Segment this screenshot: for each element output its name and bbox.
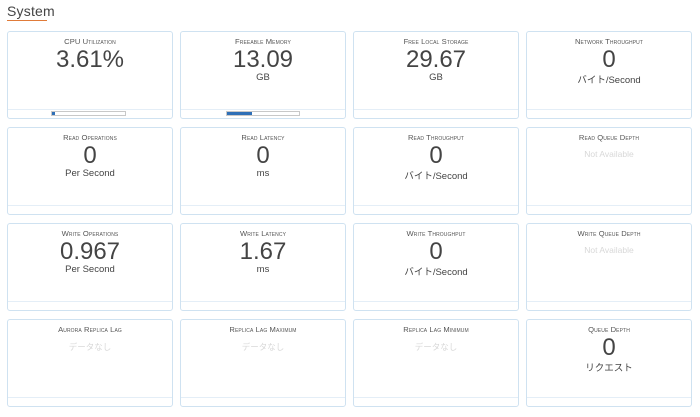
metric-unit: ms [256, 168, 270, 179]
metric-card-write-latency[interactable]: Write Latency 1.67 ms [180, 223, 346, 311]
card-divider [181, 301, 345, 302]
usage-progress-bar [51, 111, 126, 116]
metrics-grid: CPU Utilization 3.61% Freeable Memory 13… [7, 31, 692, 407]
metric-label: Write Operations [61, 229, 119, 238]
metric-card-read-queue-depth[interactable]: Read Queue Depth Not Available [526, 127, 692, 215]
metric-value: 0 [602, 46, 616, 73]
metric-unit: バイト/Second [404, 267, 468, 278]
card-divider [8, 109, 172, 110]
metric-label: Queue Depth [588, 325, 630, 334]
metric-unit: バイト/Second [404, 171, 468, 182]
metric-card-network-throughput[interactable]: Network Throughput 0 バイト/Second [526, 31, 692, 119]
metric-status: データなし [241, 342, 285, 352]
metric-card-cpu-utilization[interactable]: CPU Utilization 3.61% [7, 31, 173, 119]
metric-label: Read Operations [63, 133, 117, 142]
card-divider [8, 301, 172, 302]
metric-card-replica-lag-minimum[interactable]: Replica Lag Minimum データなし [353, 319, 519, 407]
metric-label: Write Latency [239, 229, 287, 238]
metric-value: 0 [429, 142, 443, 169]
metric-label: Read Latency [241, 133, 285, 142]
metric-label: Freeable Memory [235, 37, 291, 46]
metric-card-aurora-replica-lag[interactable]: Aurora Replica Lag データなし [7, 319, 173, 407]
metric-unit: Per Second [65, 168, 115, 179]
metric-label: Read Throughput [407, 133, 465, 142]
metric-unit: Per Second [65, 264, 115, 275]
card-divider [181, 109, 345, 110]
metric-card-write-operations[interactable]: Write Operations 0.967 Per Second [7, 223, 173, 311]
metric-value: 29.67 [405, 46, 467, 73]
metric-label: Write Throughput [406, 229, 466, 238]
metric-label: Network Throughput [574, 37, 644, 46]
metric-value: 13.09 [232, 46, 294, 73]
card-divider [527, 301, 691, 302]
metric-card-read-latency[interactable]: Read Latency 0 ms [180, 127, 346, 215]
metric-label: Read Queue Depth [578, 133, 640, 142]
metric-label: CPU Utilization [64, 37, 116, 46]
card-divider [8, 397, 172, 398]
card-divider [8, 205, 172, 206]
metric-card-write-queue-depth[interactable]: Write Queue Depth Not Available [526, 223, 692, 311]
metric-status: Not Available [584, 149, 634, 159]
metric-unit: GB [429, 72, 443, 83]
metric-label: Replica Lag Minimum [403, 325, 469, 334]
metric-label: Replica Lag Maximum [229, 325, 297, 334]
metric-card-freeable-memory[interactable]: Freeable Memory 13.09 GB [180, 31, 346, 119]
card-divider [354, 397, 518, 398]
metric-status: Not Available [584, 245, 634, 255]
metric-card-queue-depth[interactable]: Queue Depth 0 リクエスト [526, 319, 692, 407]
metric-card-read-throughput[interactable]: Read Throughput 0 バイト/Second [353, 127, 519, 215]
metric-card-write-throughput[interactable]: Write Throughput 0 バイト/Second [353, 223, 519, 311]
metric-value: 0 [602, 334, 616, 361]
metric-card-replica-lag-maximum[interactable]: Replica Lag Maximum データなし [180, 319, 346, 407]
card-divider [354, 301, 518, 302]
metric-value: 0.967 [59, 238, 121, 265]
metric-label: Write Queue Depth [577, 229, 641, 238]
metric-value: 0 [256, 142, 270, 169]
metric-card-free-local-storage[interactable]: Free Local Storage 29.67 GB [353, 31, 519, 119]
card-divider [527, 397, 691, 398]
metric-value: 1.67 [239, 238, 287, 265]
metric-unit: ms [256, 264, 270, 275]
metric-value: 3.61% [55, 46, 125, 73]
metric-label: Free Local Storage [403, 37, 469, 46]
metric-unit: GB [256, 72, 270, 83]
metric-label: Aurora Replica Lag [58, 325, 122, 334]
metric-unit: リクエスト [585, 363, 633, 374]
card-divider [181, 397, 345, 398]
card-divider [181, 205, 345, 206]
section-title: System [7, 3, 55, 19]
metric-unit: バイト/Second [577, 75, 641, 86]
metric-value: 0 [429, 238, 443, 265]
section-title-underline [7, 20, 47, 21]
metric-status: データなし [414, 342, 458, 352]
card-divider [527, 205, 691, 206]
usage-progress-bar [226, 111, 300, 116]
card-divider [354, 205, 518, 206]
card-divider [354, 109, 518, 110]
usage-progress-fill [227, 112, 253, 115]
metric-status: データなし [68, 342, 112, 352]
card-divider [527, 109, 691, 110]
metric-value: 0 [83, 142, 97, 169]
metric-card-read-operations[interactable]: Read Operations 0 Per Second [7, 127, 173, 215]
usage-progress-fill [52, 112, 55, 115]
